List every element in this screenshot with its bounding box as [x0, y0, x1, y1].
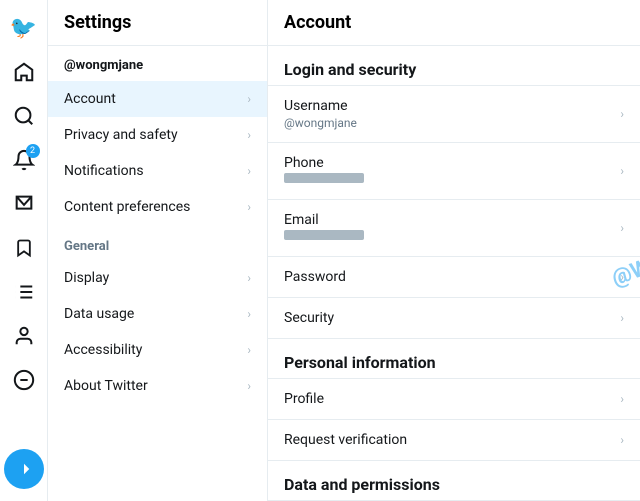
- chevron-icon: ›: [247, 379, 251, 393]
- chevron-icon: ›: [620, 433, 624, 447]
- row-label: Request verification: [284, 432, 407, 448]
- menu-item-content[interactable]: Content preferences ›: [48, 189, 267, 225]
- row-profile[interactable]: Profile ›: [268, 379, 640, 420]
- chevron-icon: ›: [620, 221, 624, 235]
- row-label: Username: [284, 98, 357, 114]
- row-phone[interactable]: Phone ›: [268, 143, 640, 200]
- chevron-icon: ›: [620, 270, 624, 284]
- chevron-icon: ›: [247, 200, 251, 214]
- menu-item-about[interactable]: About Twitter ›: [48, 368, 267, 404]
- chevron-icon: ›: [247, 271, 251, 285]
- menu-item-data-usage[interactable]: Data usage ›: [48, 296, 267, 332]
- row-value: @wongmjane: [284, 116, 357, 130]
- chevron-icon: ›: [247, 164, 251, 178]
- explore-icon[interactable]: [4, 96, 44, 136]
- account-content: Account Login and security Username @won…: [268, 0, 640, 501]
- chevron-icon: ›: [620, 164, 624, 178]
- profile-icon[interactable]: [4, 316, 44, 356]
- bookmarks-icon[interactable]: [4, 228, 44, 268]
- notifications-icon[interactable]: 2: [4, 140, 44, 180]
- menu-item-notifications[interactable]: Notifications ›: [48, 153, 267, 189]
- menu-item-accessibility[interactable]: Accessibility ›: [48, 332, 267, 368]
- compose-button[interactable]: [4, 449, 44, 489]
- account-header: Account: [268, 0, 640, 46]
- row-security[interactable]: Security ›: [268, 298, 640, 339]
- chevron-icon: ›: [247, 92, 251, 106]
- twitter-logo-icon[interactable]: 🐦: [4, 8, 44, 48]
- menu-item-privacy[interactable]: Privacy and safety ›: [48, 117, 267, 153]
- row-label: Email: [284, 212, 364, 228]
- menu-item-label: Account: [64, 91, 116, 107]
- menu-item-display[interactable]: Display ›: [48, 260, 267, 296]
- row-label: Security: [284, 310, 334, 326]
- section-personal-info: Personal information: [268, 339, 640, 379]
- menu-item-account[interactable]: Account ›: [48, 81, 267, 117]
- chevron-icon: ›: [247, 343, 251, 357]
- menu-item-label: Notifications: [64, 163, 144, 179]
- section-general: General: [48, 225, 267, 260]
- settings-panel: Settings @wongmjane Account › Privacy an…: [48, 0, 268, 501]
- more-icon[interactable]: [4, 360, 44, 400]
- row-username[interactable]: Username @wongmjane ›: [268, 86, 640, 143]
- row-password[interactable]: Password ›: [268, 257, 640, 298]
- row-label: Password: [284, 269, 346, 285]
- sidebar-nav: 🐦 2: [0, 0, 48, 501]
- menu-item-label: Display: [64, 270, 109, 286]
- home-icon[interactable]: [4, 52, 44, 92]
- section-login-security: Login and security: [268, 46, 640, 86]
- lists-icon[interactable]: [4, 272, 44, 312]
- menu-item-label: Privacy and safety: [64, 127, 178, 143]
- chevron-icon: ›: [247, 128, 251, 142]
- menu-item-label: Data usage: [64, 306, 134, 322]
- chevron-icon: ›: [620, 392, 624, 406]
- messages-icon[interactable]: [4, 184, 44, 224]
- row-label: Phone: [284, 155, 364, 171]
- menu-item-label: About Twitter: [64, 378, 148, 394]
- settings-username: @wongmjane: [48, 46, 267, 81]
- row-value-blurred: [284, 230, 364, 240]
- row-label: Profile: [284, 391, 324, 407]
- menu-item-label: Accessibility: [64, 342, 142, 358]
- chevron-icon: ›: [247, 307, 251, 321]
- section-data-permissions: Data and permissions: [268, 461, 640, 501]
- row-email[interactable]: Email ›: [268, 200, 640, 257]
- row-verification[interactable]: Request verification ›: [268, 420, 640, 461]
- chevron-icon: ›: [620, 311, 624, 325]
- settings-title: Settings: [48, 0, 267, 46]
- row-value-blurred: [284, 173, 364, 183]
- menu-item-label: Content preferences: [64, 199, 190, 215]
- chevron-icon: ›: [620, 107, 624, 121]
- notification-badge: 2: [26, 144, 40, 158]
